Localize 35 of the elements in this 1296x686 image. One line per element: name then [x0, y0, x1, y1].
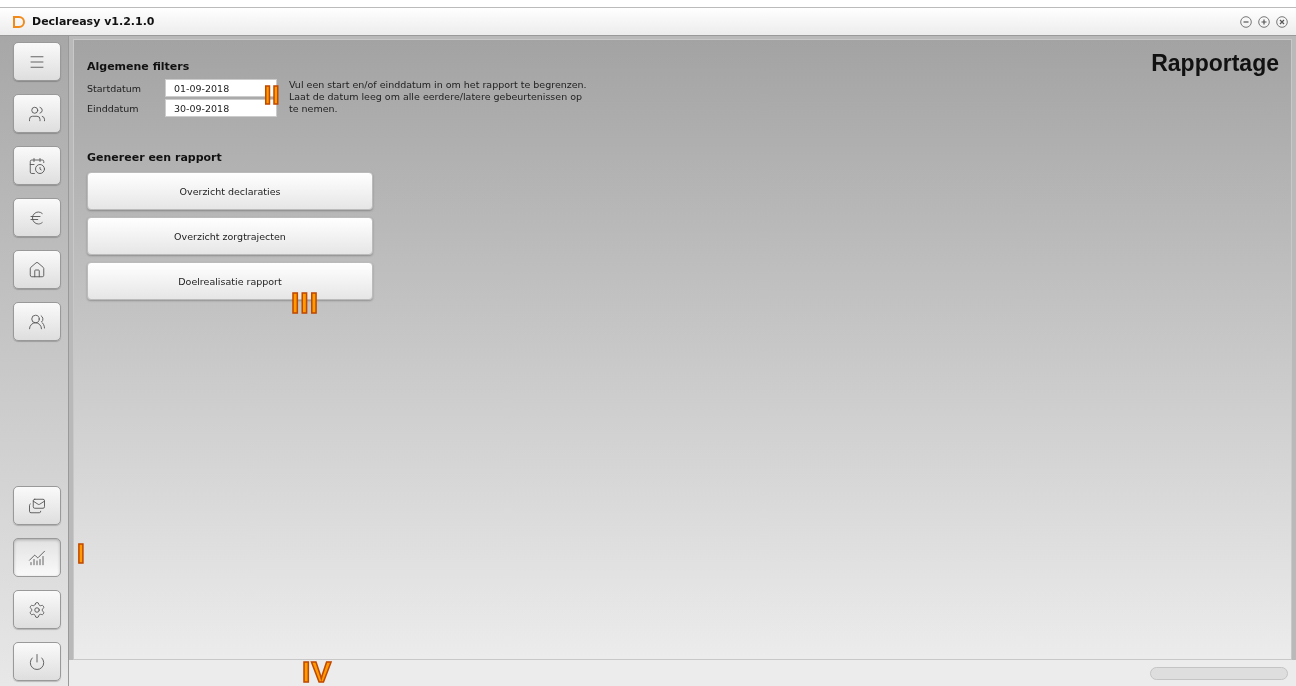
- maximize-icon[interactable]: [1258, 15, 1270, 28]
- field-label: Einddatum: [87, 102, 140, 114]
- sidebar-button[interactable]: [13, 486, 61, 525]
- annotation-marker: I: [77, 540, 86, 568]
- sidebar-button[interactable]: [13, 146, 61, 185]
- calendar-icon: [28, 156, 46, 175]
- people-icon: [28, 312, 46, 331]
- section-heading: Algemene filters: [87, 60, 191, 73]
- settings-icon: [28, 600, 46, 619]
- sidebar-button[interactable]: [13, 250, 61, 289]
- sidebar-button[interactable]: [13, 94, 61, 133]
- report-button[interactable]: Overzicht declaraties: [87, 172, 373, 210]
- chart-icon: [28, 548, 46, 567]
- page-title: Rapportage: [1151, 50, 1279, 77]
- logo-icon: [12, 14, 26, 29]
- house-icon: [28, 260, 46, 279]
- sidebar-button[interactable]: [13, 42, 61, 81]
- section-heading: Genereer een rapport: [87, 151, 223, 164]
- power-icon: [28, 652, 46, 671]
- window-title: Declareasy v1.2.1.0: [32, 15, 156, 28]
- sidebar-button[interactable]: [13, 538, 61, 577]
- minimize-icon[interactable]: [1240, 15, 1252, 28]
- sidebar-button[interactable]: [13, 590, 61, 629]
- hint-text: Vul een start en/of einddatum in om het rapport te begrenzen. Laat de datum leeg om alle eerdere/latere gebeurtenissen op te nemen.: [289, 79, 588, 116]
- euro-icon: [28, 208, 46, 227]
- close-icon[interactable]: [1276, 15, 1288, 28]
- field-label: Startdatum: [87, 82, 143, 94]
- sidebar-button[interactable]: [13, 302, 61, 341]
- mail-icon: [28, 496, 46, 515]
- sidebar-button[interactable]: [13, 642, 61, 681]
- annotation-marker: IV: [302, 657, 333, 686]
- people-icon: [28, 104, 46, 123]
- report-button[interactable]: Overzicht zorgtrajecten: [87, 217, 373, 255]
- sidebar-button[interactable]: [13, 198, 61, 237]
- scroll-bar[interactable]: [1150, 666, 1288, 680]
